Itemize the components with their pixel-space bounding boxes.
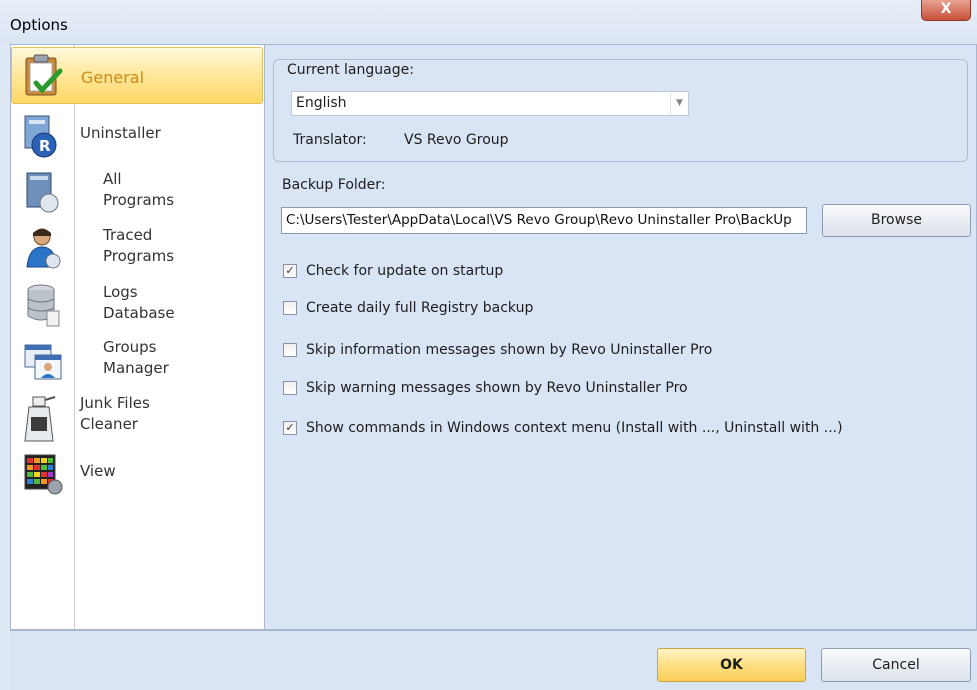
skip-warning-checkbox[interactable] bbox=[283, 381, 297, 395]
options-sidebar: General R Uninstaller All Programs Trace… bbox=[11, 45, 265, 629]
translator-label: Translator: bbox=[293, 132, 367, 148]
skip-info-checkbox[interactable] bbox=[283, 343, 297, 357]
registry-backup-label: Create daily full Registry backup bbox=[306, 300, 534, 316]
backup-folder-label: Backup Folder: bbox=[282, 177, 386, 193]
spray-cleaner-icon bbox=[19, 395, 61, 447]
language-select-value: English bbox=[296, 95, 347, 111]
skip-info-label: Skip information messages shown by Revo … bbox=[306, 342, 713, 358]
sidebar-item-junk-files-cleaner[interactable]: Junk Files Cleaner bbox=[11, 391, 263, 447]
ok-button[interactable]: OK bbox=[657, 648, 806, 682]
context-menu-checkbox[interactable]: ✓ bbox=[283, 421, 297, 435]
chevron-down-icon[interactable]: ▼ bbox=[670, 92, 688, 115]
title-bar: Options X bbox=[0, 0, 977, 44]
window-title: Options bbox=[10, 16, 68, 34]
programs-box-icon bbox=[23, 171, 63, 219]
clipboard-check-icon bbox=[22, 53, 64, 103]
check-update-checkbox[interactable]: ✓ bbox=[283, 264, 297, 278]
registry-backup-checkbox[interactable] bbox=[283, 301, 297, 315]
check-update-label: Check for update on startup bbox=[306, 263, 504, 279]
sidebar-item-label: Junk Files Cleaner bbox=[80, 394, 150, 433]
user-trace-icon bbox=[23, 225, 63, 275]
backup-folder-input[interactable]: C:\Users\Tester\AppData\Local\VS Revo Gr… bbox=[281, 207, 807, 234]
sidebar-item-label: View bbox=[80, 462, 116, 480]
translator-value: VS Revo Group bbox=[404, 132, 509, 148]
database-icon bbox=[23, 283, 63, 333]
sidebar-item-label: All Programs bbox=[103, 170, 175, 209]
sidebar-item-label: Groups Manager bbox=[103, 338, 169, 377]
close-button[interactable]: X bbox=[921, 0, 971, 21]
cancel-button[interactable]: Cancel bbox=[821, 648, 971, 682]
sidebar-item-label: General bbox=[81, 68, 145, 87]
sidebar-item-uninstaller[interactable]: R Uninstaller bbox=[11, 111, 263, 163]
color-grid-icon bbox=[23, 453, 65, 501]
sidebar-item-groups-manager[interactable]: Groups Manager bbox=[11, 335, 263, 390]
language-group-label: Current language: bbox=[284, 62, 417, 78]
sidebar-item-all-programs[interactable]: All Programs bbox=[11, 165, 263, 220]
sidebar-item-view[interactable]: View bbox=[11, 449, 263, 497]
groups-window-icon bbox=[23, 341, 63, 389]
revo-uninstaller-icon: R bbox=[21, 113, 61, 163]
sidebar-item-logs-database[interactable]: Logs Database bbox=[11, 277, 263, 333]
browse-button[interactable]: Browse bbox=[822, 204, 971, 237]
sidebar-item-general[interactable]: General bbox=[11, 47, 263, 104]
sidebar-item-traced-programs[interactable]: Traced Programs bbox=[11, 221, 263, 277]
language-select[interactable]: English ▼ bbox=[291, 91, 689, 116]
sidebar-item-label: Traced Programs bbox=[103, 226, 175, 265]
context-menu-label: Show commands in Windows context menu (I… bbox=[306, 420, 843, 436]
skip-warning-label: Skip warning messages shown by Revo Unin… bbox=[306, 380, 688, 396]
sidebar-item-label: Logs Database bbox=[103, 283, 175, 322]
svg-text:R: R bbox=[39, 137, 51, 155]
sidebar-item-label: Uninstaller bbox=[80, 124, 161, 142]
